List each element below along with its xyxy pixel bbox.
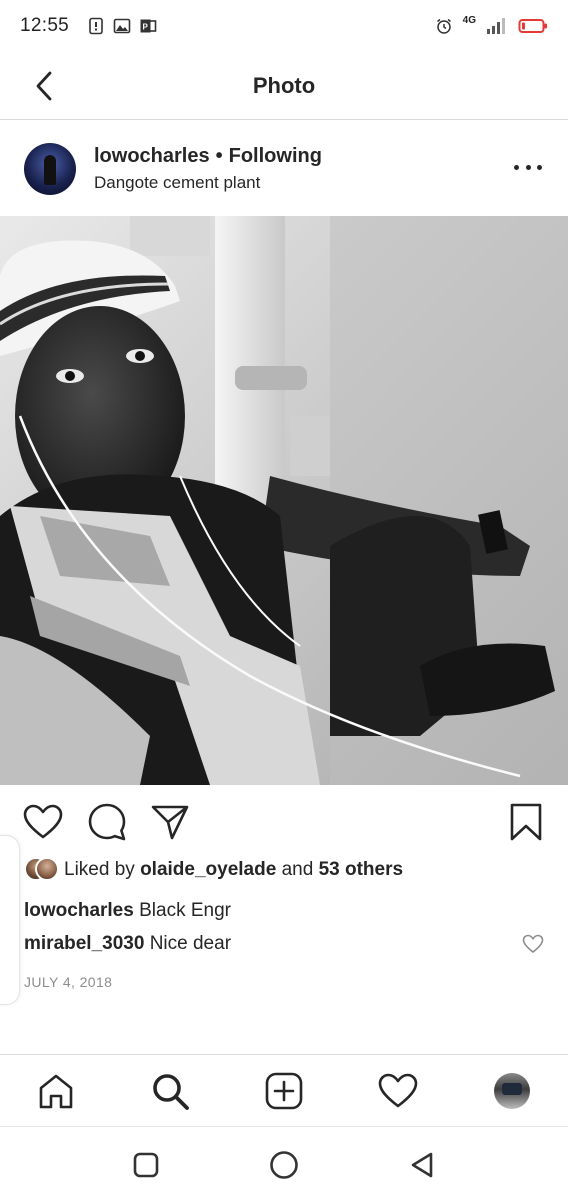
comment-icon — [88, 803, 126, 841]
chevron-left-icon — [36, 71, 52, 101]
status-system-icons: 4G — [435, 14, 548, 35]
liker-avatars — [24, 855, 59, 885]
status-time: 12:55 — [20, 15, 70, 36]
add-post-icon — [265, 1072, 303, 1110]
share-icon — [151, 805, 189, 840]
bookmark-button[interactable] — [504, 800, 548, 844]
likes-others[interactable]: 53 others — [319, 859, 403, 881]
liker-username[interactable]: olaide_oyelade — [140, 859, 276, 881]
avatar[interactable] — [24, 143, 76, 195]
photo-image — [0, 216, 568, 785]
profile-icon — [494, 1073, 530, 1109]
nav-search-button[interactable] — [148, 1069, 192, 1113]
recents-icon — [133, 1152, 159, 1178]
post-date: JULY 4, 2018 — [24, 974, 113, 990]
more-icon — [514, 164, 519, 170]
comment-like-button[interactable] — [522, 934, 544, 956]
post-username[interactable]: lowocharles — [94, 145, 210, 167]
nav-add-post-button[interactable] — [262, 1069, 306, 1113]
system-nav — [0, 1126, 568, 1200]
caption-text: Black Engr — [139, 900, 231, 921]
separator-dot: • — [215, 145, 223, 167]
comment-row: mirabel_3030 Nice dear — [24, 933, 544, 955]
edge-panel-handle[interactable] — [0, 835, 20, 1005]
liker-avatar — [35, 857, 59, 881]
svg-text:P: P — [143, 23, 149, 32]
battery-icon — [518, 19, 547, 33]
post-photo[interactable] — [0, 216, 568, 785]
post-action-bar — [0, 796, 568, 852]
likes-conjunction: and — [281, 859, 314, 880]
activity-icon — [378, 1073, 418, 1108]
comment-button[interactable] — [85, 800, 129, 844]
caption-username[interactable]: lowocharles — [24, 900, 134, 921]
heart-icon — [23, 804, 63, 839]
more-options-button[interactable] — [514, 157, 542, 177]
system-back-button[interactable] — [402, 1145, 442, 1185]
post-header: lowocharles • Following Dangote cement pla… — [0, 121, 568, 216]
follow-status-button[interactable]: Following — [229, 145, 322, 167]
post-user-line: lowocharles • Following — [94, 145, 322, 168]
bottom-nav — [0, 1054, 568, 1126]
gallery-icon — [113, 18, 131, 34]
comment-text: Nice dear — [149, 933, 232, 954]
share-button[interactable] — [148, 800, 192, 844]
status-bar: 12:55 P 4G — [0, 0, 568, 52]
nav-activity-button[interactable] — [376, 1069, 420, 1113]
signal-icon — [487, 18, 505, 34]
back-button[interactable] — [24, 66, 64, 106]
nav-home-button[interactable] — [34, 1069, 78, 1113]
back-triangle-icon — [411, 1152, 433, 1178]
system-home-button[interactable] — [264, 1145, 304, 1185]
caption-row: lowocharles Black Engr — [24, 900, 231, 922]
recents-button[interactable] — [126, 1145, 166, 1185]
page-title: Photo — [252, 72, 316, 98]
heart-icon — [522, 934, 544, 954]
search-icon — [153, 1074, 189, 1110]
likes-prefix: Liked by — [64, 859, 135, 880]
post-location[interactable]: Dangote cement plant — [94, 173, 260, 193]
alarm-icon — [436, 18, 451, 34]
notification-icon — [89, 17, 103, 35]
app-header: Photo — [0, 52, 568, 120]
network-label: 4G — [462, 14, 476, 26]
likes-row[interactable]: Liked by olaide_oyelade and 53 others — [24, 854, 403, 886]
home-circle-icon — [270, 1151, 298, 1179]
home-icon — [39, 1074, 73, 1109]
office-icon: P — [140, 19, 157, 33]
bookmark-icon — [510, 803, 542, 841]
like-button[interactable] — [21, 800, 65, 844]
nav-profile-button[interactable] — [490, 1069, 534, 1113]
status-notification-icons: P — [87, 17, 157, 35]
comment-username[interactable]: mirabel_3030 — [24, 933, 144, 954]
